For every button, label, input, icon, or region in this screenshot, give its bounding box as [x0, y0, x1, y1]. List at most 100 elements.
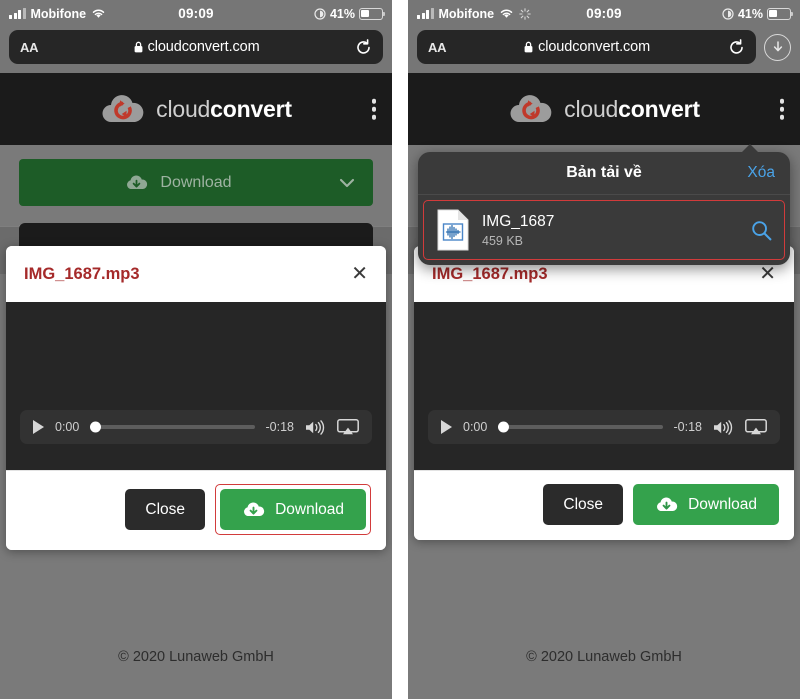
volume-high-icon[interactable]: [305, 419, 326, 435]
audio-player-controls[interactable]: 0:00 -0:18: [428, 410, 780, 444]
location-services-icon: [314, 7, 326, 20]
play-icon[interactable]: [441, 420, 452, 434]
audio-progress-slider[interactable]: [498, 421, 663, 433]
cloud-download-icon: [244, 502, 265, 516]
modal-media-area: 0:00 -0:18: [414, 302, 794, 470]
airplay-icon[interactable]: [337, 419, 359, 435]
downloads-popover-title: Bản tải về: [566, 164, 642, 181]
address-bar-content: cloudconvert.com: [38, 39, 355, 55]
url-text: cloudconvert.com: [147, 39, 260, 55]
status-bar-right: 41%: [722, 6, 794, 21]
download-item-meta: IMG_1687 459 KB: [482, 213, 554, 248]
modal-close-button[interactable]: Close: [543, 484, 624, 525]
page-body: Download: [0, 145, 392, 226]
close-icon[interactable]: ✕: [759, 264, 776, 284]
browser-url-bar-container: AA cloudconvert.com: [408, 27, 800, 73]
modal-close-button[interactable]: Close: [125, 489, 206, 530]
browser-url-bar-container: AA cloudconvert.com: [0, 27, 392, 73]
download-item-name: IMG_1687: [482, 212, 555, 230]
slider-knob[interactable]: [498, 421, 510, 433]
screenshot-stage: Mobifone 09:09 41% AA cloudconvert.com c…: [0, 0, 800, 699]
phone-screenshot-left: Mobifone 09:09 41% AA cloudconvert.com c…: [0, 0, 392, 699]
modal-download-label: Download: [275, 500, 344, 518]
modal-download-button[interactable]: Download: [633, 484, 779, 525]
audio-preview-modal: IMG_1687.mp3 ✕ 0:00 -0:18 Close Download: [414, 246, 794, 540]
cloud-download-icon: [657, 497, 678, 511]
close-icon[interactable]: ✕: [351, 264, 368, 284]
lock-icon: [524, 41, 533, 53]
page-download-button[interactable]: Download: [19, 159, 373, 206]
site-header: cloudconvert: [0, 73, 392, 145]
download-list-item[interactable]: IMG_1687 459 KB: [423, 200, 785, 260]
download-arrow-circle-icon: [773, 41, 782, 52]
cloudconvert-logo-icon: [510, 95, 552, 122]
copyright-text: © 2020 Lunaweb GmbH: [526, 649, 682, 665]
downloads-clear-button[interactable]: Xóa: [747, 164, 775, 182]
play-icon[interactable]: [33, 420, 44, 434]
brand-light: cloud: [156, 95, 211, 122]
download-button-highlight: Download: [215, 484, 371, 535]
text-size-button[interactable]: AA: [428, 40, 446, 55]
site-header: cloudconvert: [408, 73, 800, 145]
modal-media-area: 0:00 -0:18: [6, 302, 386, 470]
current-time-label: 0:00: [55, 420, 80, 434]
status-bar-right: 41%: [314, 6, 386, 21]
modal-close-label: Close: [145, 500, 186, 518]
url-text: cloudconvert.com: [538, 39, 651, 55]
status-bar: Mobifone 09:09 41%: [408, 0, 800, 27]
airplay-icon[interactable]: [745, 419, 767, 435]
address-bar[interactable]: AA cloudconvert.com: [417, 30, 756, 64]
battery-icon: [767, 7, 794, 20]
location-services-icon: [722, 7, 734, 20]
chevron-down-icon[interactable]: [339, 178, 355, 188]
brand-bold: convert: [210, 95, 292, 122]
address-bar[interactable]: AA cloudconvert.com: [9, 30, 383, 64]
phone-screenshot-right: Mobifone 09:09 41% AA cloudconvert.com c…: [408, 0, 800, 699]
audio-file-icon: [437, 209, 469, 251]
remaining-time-label: -0:18: [673, 420, 703, 434]
audio-progress-slider[interactable]: [90, 421, 255, 433]
site-logo-row: cloudconvert: [100, 92, 292, 126]
text-size-button[interactable]: AA: [20, 40, 38, 55]
slider-knob[interactable]: [90, 421, 102, 433]
battery-icon: [359, 7, 386, 20]
site-brand: cloudconvert: [564, 96, 700, 123]
modal-download-button[interactable]: Download: [220, 489, 366, 530]
modal-download-label: Download: [688, 495, 757, 513]
site-logo-row: cloudconvert: [508, 92, 700, 126]
kebab-menu-icon[interactable]: [371, 98, 376, 120]
reload-icon[interactable]: [355, 38, 372, 56]
audio-preview-modal: IMG_1687.mp3 ✕ 0:00 -0:18 Close Download: [6, 246, 386, 550]
remaining-time-label: -0:18: [265, 420, 295, 434]
modal-header: IMG_1687.mp3 ✕: [6, 246, 386, 302]
address-bar-content: cloudconvert.com: [446, 39, 728, 55]
page-download-label: Download: [160, 173, 232, 191]
copyright-text: © 2020 Lunaweb GmbH: [118, 649, 274, 665]
modal-title: IMG_1687.mp3: [432, 264, 548, 283]
kebab-menu-icon[interactable]: [779, 98, 784, 120]
lock-icon: [134, 41, 142, 53]
download-button-highlight: Download: [633, 484, 779, 525]
modal-footer: Close Download: [414, 470, 794, 540]
current-time-label: 0:00: [463, 420, 488, 434]
modal-footer: Close Download: [6, 470, 386, 550]
downloads-button[interactable]: [764, 33, 791, 61]
webview-left: cloudconvert Download IMG_1687.mp3 ✕ 0:0…: [0, 73, 392, 665]
reload-icon[interactable]: [728, 38, 745, 56]
volume-high-icon[interactable]: [713, 419, 734, 435]
brand-bold: convert: [618, 95, 700, 122]
audio-player-controls[interactable]: 0:00 -0:18: [20, 410, 372, 444]
status-bar: Mobifone 09:09 41%: [0, 0, 392, 27]
modal-close-label: Close: [563, 495, 604, 513]
downloads-popover-header: Bản tải về Xóa: [418, 152, 790, 195]
modal-title: IMG_1687.mp3: [24, 264, 140, 283]
download-item-size: 459 KB: [482, 233, 524, 248]
battery-percent-label: 41%: [329, 6, 355, 21]
downloads-popover: Bản tải về Xóa IMG_1687 459 KB: [418, 144, 790, 265]
cloud-download-icon: [127, 175, 148, 189]
site-brand: cloudconvert: [156, 96, 292, 123]
battery-percent-label: 41%: [737, 6, 763, 21]
webview-right: cloudconvert Download: [408, 73, 800, 665]
cloudconvert-logo-icon: [102, 95, 144, 122]
magnifier-icon[interactable]: [751, 220, 772, 241]
